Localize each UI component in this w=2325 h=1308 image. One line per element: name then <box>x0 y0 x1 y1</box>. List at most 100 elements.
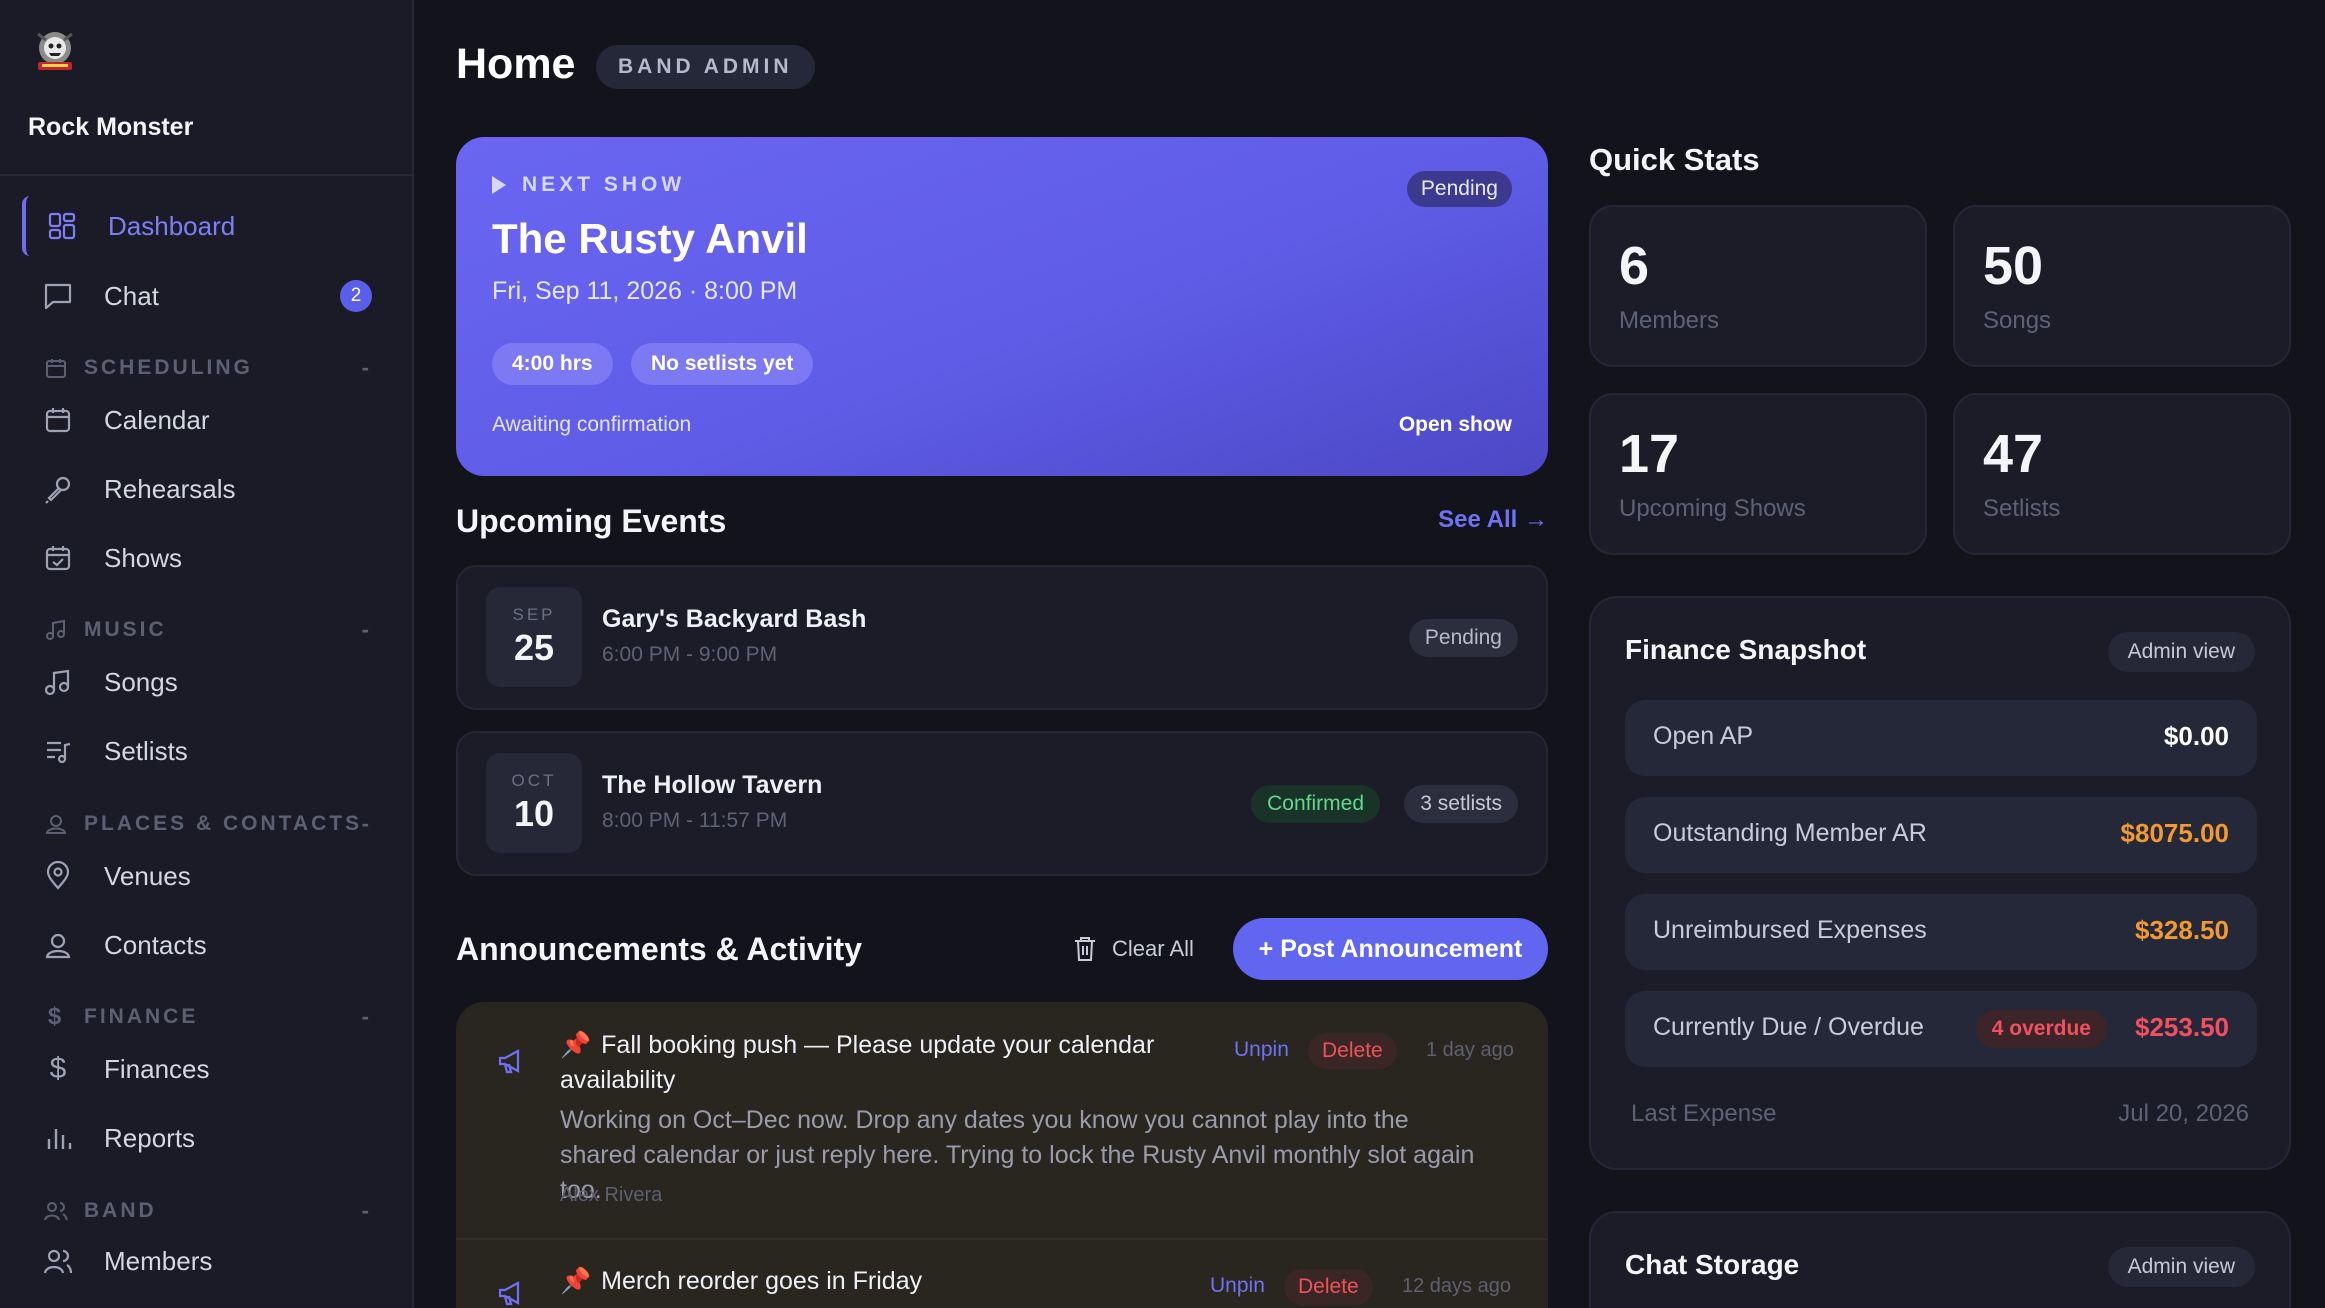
sidebar: Rock Monster Dashboard Chat 2 SCHEDULING… <box>0 0 414 1308</box>
sidebar-item-reports[interactable]: Reports <box>22 1108 392 1168</box>
megaphone-icon <box>496 1278 526 1308</box>
microphone-icon <box>42 473 74 505</box>
sidebar-item-finances[interactable]: $ Finances <box>22 1039 392 1099</box>
admin-view-badge: Admin view <box>2107 632 2255 672</box>
stat-card-setlists[interactable]: 47 Setlists <box>1953 393 2291 555</box>
music-note-icon <box>42 666 74 698</box>
next-show-card[interactable]: NEXT SHOW Pending The Rusty Anvil Fri, S… <box>456 137 1548 476</box>
sidebar-item-label: Contacts <box>104 929 207 960</box>
duration-chip: 4:00 hrs <box>492 343 613 385</box>
announcement-title-text: Merch reorder goes in Friday <box>601 1267 923 1295</box>
announcement-title: 📌 Fall booking push — Please update your … <box>560 1028 1200 1098</box>
announcement-divider <box>456 1238 1548 1240</box>
last-expense-label: Last Expense <box>1631 1100 1777 1127</box>
collapse-icon[interactable]: - <box>362 1004 372 1030</box>
sidebar-item-label: Reports <box>104 1122 196 1153</box>
collapse-icon[interactable]: - <box>362 355 372 381</box>
next-show-date: Fri, Sep 11, 2026 · 8:00 PM <box>492 277 798 305</box>
collapse-icon[interactable]: - <box>362 1198 372 1224</box>
sidebar-item-members[interactable]: Members <box>22 1231 392 1291</box>
sidebar-item-label: Finances <box>104 1053 210 1084</box>
last-expense-date: Jul 20, 2026 <box>2118 1100 2249 1127</box>
next-show-label: NEXT SHOW <box>522 173 686 196</box>
bar-chart-icon <box>42 1122 74 1154</box>
setlist-count-badge: 3 setlists <box>1404 785 1518 823</box>
event-month: OCT <box>511 771 557 790</box>
calendar-check-icon <box>42 542 74 574</box>
section-header-scheduling[interactable]: SCHEDULING - <box>42 350 372 386</box>
sidebar-item-shows[interactable]: Shows <box>22 528 392 588</box>
unpin-button[interactable]: Unpin <box>1210 1274 1265 1298</box>
stat-card-songs[interactable]: 50 Songs <box>1953 205 2291 367</box>
section-header-places-contacts[interactable]: PLACES & CONTACTS - <box>42 806 372 842</box>
event-time: 8:00 PM - 11:57 PM <box>602 809 788 832</box>
sidebar-item-label: Shows <box>104 542 183 573</box>
sidebar-item-contacts[interactable]: Contacts <box>22 915 392 975</box>
sidebar-item-calendar[interactable]: Calendar <box>22 390 392 450</box>
collapse-icon[interactable]: - <box>362 811 372 837</box>
delete-button[interactable]: Delete <box>1308 1033 1397 1069</box>
event-name: The Hollow Tavern <box>602 771 823 799</box>
post-announcement-button[interactable]: + Post Announcement <box>1233 918 1548 980</box>
map-pin-icon <box>42 860 74 892</box>
finance-label: Currently Due / Overdue <box>1653 1013 1924 1041</box>
finance-value: $0.00 <box>2163 721 2229 751</box>
section-header-finance[interactable]: $ FINANCE - <box>42 999 372 1035</box>
stat-card-members[interactable]: 6 Members <box>1589 205 1927 367</box>
unpin-button[interactable]: Unpin <box>1234 1038 1289 1062</box>
stat-card-upcoming-shows[interactable]: 17 Upcoming Shows <box>1589 393 1927 555</box>
stat-label: Songs <box>1983 307 2052 334</box>
next-show-title: The Rusty Anvil <box>492 215 808 262</box>
dollar-icon: $ <box>49 1052 67 1085</box>
band-logo[interactable] <box>30 26 80 76</box>
status-badge: Confirmed <box>1251 785 1380 823</box>
admin-view-badge: Admin view <box>2107 1247 2255 1287</box>
delete-button[interactable]: Delete <box>1284 1269 1373 1305</box>
event-time: 6:00 PM - 9:00 PM <box>602 643 778 666</box>
announcement-title-text: Fall booking push — Please update your c… <box>560 1031 1155 1094</box>
clear-all-button[interactable]: Clear All <box>1072 933 1194 965</box>
sidebar-item-label: Members <box>104 1245 213 1276</box>
sidebar-item-rehearsals[interactable]: Rehearsals <box>22 459 392 519</box>
announcement-body: Working on Oct–Dec now. Drop any dates y… <box>560 1106 1475 1204</box>
announcements-list: 📌 Fall booking push — Please update your … <box>456 1002 1548 1308</box>
finance-row-unreimbursed[interactable]: Unreimbursed Expenses $328.50 <box>1625 894 2257 970</box>
sidebar-item-setlists[interactable]: Setlists <box>22 721 392 781</box>
collapse-icon[interactable]: - <box>362 617 372 643</box>
finance-row-due-overdue[interactable]: Currently Due / Overdue 4 overdue $253.5… <box>1625 991 2257 1067</box>
event-card[interactable]: OCT 10 The Hollow Tavern 8:00 PM - 11:57… <box>456 731 1548 876</box>
sidebar-item-venues[interactable]: Venues <box>22 846 392 906</box>
sidebar-item-chat[interactable]: Chat 2 <box>22 266 392 326</box>
section-label: MUSIC <box>84 618 167 641</box>
section-header-music[interactable]: MUSIC - <box>42 612 372 648</box>
see-all-link[interactable]: See All → <box>1438 506 1548 534</box>
sidebar-item-songs[interactable]: Songs <box>22 652 392 712</box>
open-show-link[interactable]: Open show <box>1399 413 1512 437</box>
announcement-title: 📌 Merch reorder goes in Friday <box>560 1264 1160 1299</box>
status-badge: Pending <box>1406 171 1512 207</box>
announcement-time: 12 days ago <box>1402 1275 1511 1297</box>
finance-row-open-ap[interactable]: Open AP $0.00 <box>1625 700 2257 776</box>
page-title: Home <box>456 40 576 88</box>
stat-label: Members <box>1619 307 1720 334</box>
section-label: SCHEDULING <box>84 356 253 379</box>
calendar-icon <box>42 354 70 382</box>
sidebar-item-label: Dashboard <box>108 210 236 241</box>
sidebar-item-label: Venues <box>104 860 191 891</box>
sidebar-item-label: Rehearsals <box>104 473 236 504</box>
music-note-icon <box>42 616 70 644</box>
quick-stats-title: Quick Stats <box>1589 142 1760 177</box>
finance-row-member-ar[interactable]: Outstanding Member AR $8075.00 <box>1625 797 2257 873</box>
chat-icon <box>42 280 74 312</box>
overdue-badge: 4 overdue <box>1975 1010 2107 1048</box>
event-day: 25 <box>513 627 555 668</box>
sidebar-item-dashboard[interactable]: Dashboard <box>22 196 392 256</box>
clear-all-label: Clear All <box>1112 936 1194 961</box>
section-header-band[interactable]: BAND - <box>42 1193 372 1229</box>
list-music-icon <box>42 735 74 767</box>
finance-snapshot-title: Finance Snapshot <box>1625 634 1867 665</box>
play-icon <box>492 176 506 194</box>
pin-icon: 📌 <box>560 1031 592 1059</box>
band-name: Rock Monster <box>28 113 194 141</box>
event-card[interactable]: SEP 25 Gary's Backyard Bash 6:00 PM - 9:… <box>456 565 1548 710</box>
